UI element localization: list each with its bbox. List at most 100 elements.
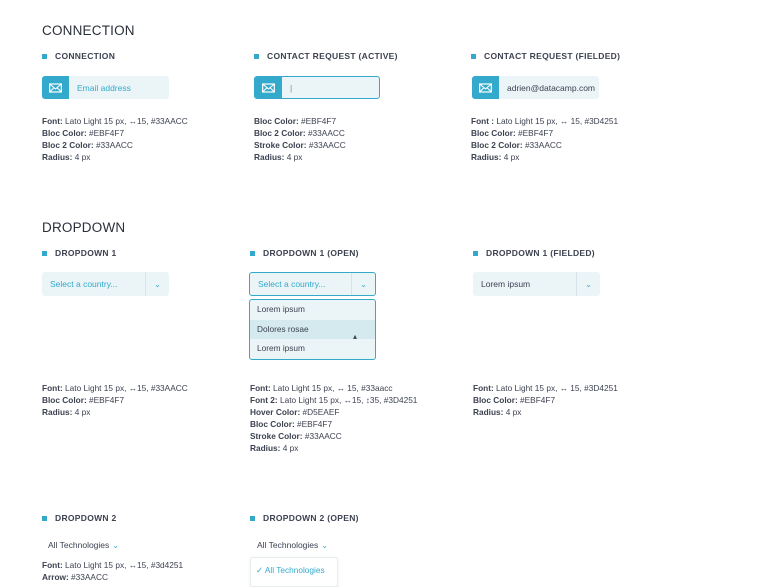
spec-label: Bloc 2 Color: [42,140,94,150]
chevron-down-icon: ⌄ [321,541,328,550]
contact-input-fielded[interactable]: adrien@datacamp.com [472,76,599,99]
envelope-icon [472,76,499,99]
spec-value: Lato Light 15 px, ↔ 15, #33aacc [270,383,393,393]
spec-value: #EBF4F7 [298,116,337,126]
chevron-down-icon: ⌄ [351,273,375,295]
bullet-icon [250,515,255,521]
spec-block: Font : Lato Light 15 px, ↔ 15, #3D4251 Bl… [471,115,618,163]
spec-line: Bloc Color: #EBF4F7 [250,418,417,430]
subheading-text: DROPDOWN 1 [55,248,117,258]
spec-label: Stroke Color: [254,140,307,150]
spec-value: #33AACC [522,140,562,150]
bullet-icon [42,250,47,256]
spec-line: Radius: 4 px [471,151,618,163]
subheading-text: DROPDOWN 1 (OPEN) [263,248,359,258]
spec-line: Font 2: Lato Light 15 px, ↔15, ↕35, #3D4… [250,394,417,406]
spec-label: Bloc Color: [42,395,87,405]
spec-label: Radius: [42,152,73,162]
spec-label: Font: [250,383,271,393]
subheading: CONTACT REQUEST (ACTIVE) [254,51,398,61]
subheading-text: DROPDOWN 1 (FIELDED) [486,248,595,258]
bullet-icon [471,53,476,59]
spec-line: Stroke Color: #33AACC [250,430,417,442]
spec-value: #33AACC [93,140,133,150]
spec-value: 4 px [503,407,522,417]
spec-value: Lato Light 15 px, ↔ 15, #3D4251 [494,116,619,126]
section-title-dropdown: DROPDOWN [42,220,126,235]
spec-line: Radius: 4 px [250,442,417,454]
country-dropdown-open[interactable]: Select a country... ⌄ [249,272,376,296]
spec-line: Bloc Color: #EBF4F7 [473,394,618,406]
spec-label: Bloc 2 Color: [254,128,306,138]
spec-value: 4 px [72,152,91,162]
country-dropdown-fielded[interactable]: Lorem ipsum ⌄ [473,272,600,296]
spec-label: Bloc Color: [473,395,518,405]
spec-label: Hover Color: [250,407,301,417]
spec-line: Radius: 4 px [42,151,188,163]
spec-value: #33AACC [302,431,342,441]
spec-value: 4 px [280,443,299,453]
email-input[interactable]: Email address [42,76,169,99]
spec-line: Hover Color: #D5EAEF [250,406,417,418]
spec-label: Radius: [473,407,504,417]
envelope-icon [42,76,69,99]
spec-label: Bloc Color: [250,419,295,429]
subheading-text: CONTACT REQUEST (ACTIVE) [267,51,398,61]
dropdown-option[interactable]: Lorem ipsum [250,300,375,320]
chevron-down-icon: ⌄ [112,541,119,550]
spec-line: Bloc Color: #EBF4F7 [471,127,618,139]
spec-value: Lato Light 15 px, ↔15, #33AACC [62,383,188,393]
spec-line: Arrow: #33AACC [42,571,183,583]
spec-label: Font: [42,560,63,570]
mouse-cursor-icon: ▴ [353,332,358,341]
subheading-text: DROPDOWN 2 [55,513,117,523]
spec-line: Radius: 4 px [42,406,188,418]
dropdown-option[interactable]: Lorem ipsum [250,339,375,359]
spec-value: Lato Light 15 px, ↔ 15, #3D4251 [493,383,618,393]
spec-label: Radius: [250,443,281,453]
select-value: All Technologies [48,540,110,550]
subheading: DROPDOWN 1 (FIELDED) [473,248,595,258]
technologies-select-open[interactable]: All Technologies ⌄ [257,540,328,550]
spec-value: Lato Light 15 px, ↔15, #33AACC [62,116,188,126]
spec-label: Bloc Color: [254,116,299,126]
chevron-down-icon: ⌄ [145,272,169,296]
spec-value: #EBF4F7 [517,395,556,405]
spec-label: Radius: [471,152,502,162]
spec-line: Radius: 4 px [254,151,346,163]
contact-input-active[interactable]: | [254,76,380,99]
dropdown-value: Lorem ipsum [481,279,531,289]
spec-line: Bloc 2 Color: #33AACC [471,139,618,151]
dropdown-options: Lorem ipsum Dolores rosae Lorem ipsum [249,299,376,360]
spec-value: 4 px [501,152,520,162]
spec-value: Lato Light 15 px, ↔15, #3d4251 [62,560,184,570]
subheading: CONTACT REQUEST (FIELDED) [471,51,620,61]
spec-label: Font 2: [250,395,278,405]
dropdown-option-selected[interactable]: All Technologies [265,565,325,575]
technologies-select[interactable]: All Technologies ⌄ [48,540,119,550]
spec-value: 4 px [72,407,91,417]
spec-line: Font: Lato Light 15 px, ↔ 15, #33aacc [250,382,417,394]
spec-line: Bloc Color: #EBF4F7 [254,115,346,127]
spec-block: Font: Lato Light 15 px, ↔15, #33AACC Bloc… [42,382,188,418]
subheading: DROPDOWN 2 (OPEN) [250,513,359,523]
spec-label: Font: [473,383,494,393]
subheading: CONNECTION [42,51,115,61]
spec-value: #EBF4F7 [294,419,333,429]
country-dropdown[interactable]: Select a country... ⌄ [42,272,169,296]
spec-label: Font : [471,116,495,126]
subheading: DROPDOWN 1 [42,248,117,258]
spec-line: Bloc 2 Color: #33AACC [42,139,188,151]
spec-label: Font: [42,116,63,126]
spec-line: Bloc Color: #EBF4F7 [42,394,188,406]
subheading-text: CONNECTION [55,51,116,61]
spec-label: Radius: [254,152,285,162]
spec-value: #EBF4F7 [515,128,554,138]
spec-value: Lato Light 15 px, ↔15, ↕35, #3D4251 [277,395,418,405]
spec-value: #33AACC [305,128,345,138]
spec-block: Font: Lato Light 15 px, ↔ 15, #3D4251 Blo… [473,382,618,418]
spec-line: Font: Lato Light 15 px, ↔ 15, #3D4251 [473,382,618,394]
spec-value: #EBF4F7 [86,128,125,138]
bullet-icon [42,515,47,521]
spec-label: Bloc Color: [42,128,87,138]
